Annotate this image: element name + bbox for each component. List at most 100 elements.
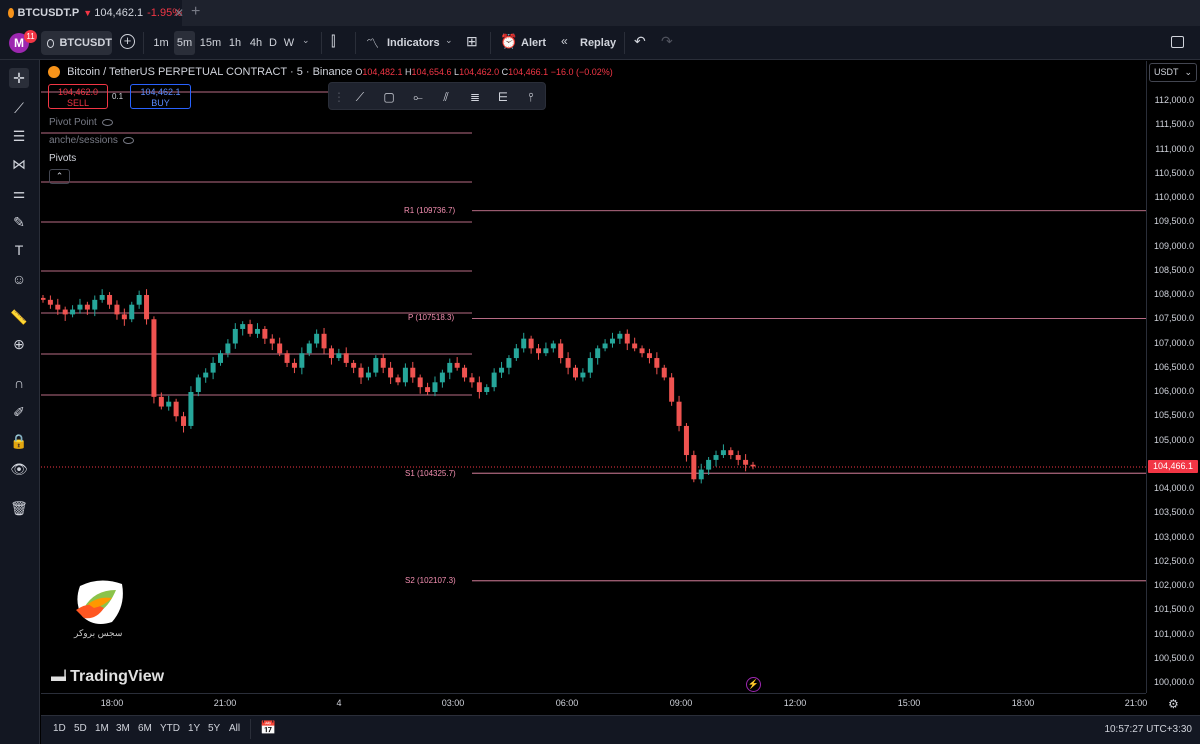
trend-line-icon[interactable]: ⟋ (9, 98, 29, 118)
candle-body (587, 358, 593, 373)
candle-body (425, 387, 431, 392)
rectangle-icon[interactable]: ▢ (380, 88, 398, 106)
interval-5m[interactable]: 5m (174, 31, 195, 55)
indicator-pivot-point[interactable]: Pivot Point (49, 117, 113, 128)
layout-icon[interactable] (1171, 36, 1184, 48)
chevron-down-icon[interactable]: ⌄ (445, 35, 453, 46)
interval-15m[interactable]: 15m (198, 31, 223, 55)
emoji-icon[interactable]: ☺ (9, 269, 29, 289)
indicator-sessions[interactable]: anche/sessions (49, 135, 134, 146)
alarm-clock-icon[interactable]: ⏰ (500, 33, 517, 50)
range-3m[interactable]: 3M (116, 723, 130, 734)
currency-select[interactable]: USDT ⌄ (1149, 63, 1197, 82)
chevron-down-icon[interactable]: ⌄ (302, 35, 310, 46)
fib-retracement-icon[interactable]: ≣ (466, 88, 484, 106)
trash-icon[interactable]: 🗑 (9, 498, 29, 518)
redo-icon[interactable]: ↷ (661, 33, 673, 50)
candle-body (698, 469, 704, 480)
candle-body (402, 367, 408, 383)
candle-body (114, 304, 120, 315)
lock-drawing-icon[interactable]: ✐ (9, 402, 29, 422)
rewind-icon[interactable]: « (561, 34, 568, 48)
broker-logo (76, 580, 123, 624)
interval-1h[interactable]: 1h (226, 31, 244, 55)
gear-icon[interactable]: ⚙ (1168, 697, 1179, 711)
alert-button[interactable]: Alert (521, 37, 546, 49)
eye-off-icon[interactable] (101, 118, 113, 126)
quantity[interactable]: 0.1 (112, 92, 123, 101)
trend-line-icon[interactable]: ⟋ (351, 88, 369, 106)
interval-1m[interactable]: 1m (151, 31, 171, 55)
horizontal-lines-icon[interactable]: ☰ (9, 126, 29, 146)
fib-fan-icon[interactable]: ⋿ (494, 88, 512, 106)
zoom-in-icon[interactable]: ⊕ (9, 334, 29, 354)
candle-body (321, 333, 327, 349)
candle-body (417, 377, 423, 388)
lock-icon[interactable]: 🔒 (9, 431, 29, 451)
tradingview-mark-icon: ▬ˡ (51, 668, 66, 685)
crosshair-icon[interactable]: ✛ (9, 68, 29, 88)
eye-icon[interactable]: 👁 (9, 459, 29, 479)
sell-button[interactable]: 104,462.0 SELL (48, 84, 108, 109)
symbol-search-button[interactable]: BTCUSDT (41, 31, 112, 55)
undo-icon[interactable]: ↶ (634, 33, 646, 50)
lightning-icon[interactable]: ⚡ (746, 677, 761, 692)
candle-body (683, 425, 689, 456)
candle-body (476, 382, 482, 392)
candle-body (351, 362, 357, 368)
tab-symbol: BTCUSDT.P (17, 7, 80, 19)
broker-logo-caption: سجس بروکر (74, 628, 123, 638)
candle-body (70, 309, 76, 315)
clock[interactable]: 10:57:27 UTC+3:30 (1104, 724, 1192, 735)
calendar-icon[interactable]: 📅 (260, 720, 276, 736)
buy-button[interactable]: 104,462.1 BUY (130, 84, 191, 109)
long-position-icon[interactable]: ⫯ (522, 88, 540, 106)
range-1d[interactable]: 1D (53, 723, 66, 734)
down-arrow-icon: ▼ (83, 8, 93, 18)
indicators-icon[interactable]: 〽 (366, 33, 379, 52)
range-1m[interactable]: 1M (95, 723, 109, 734)
templates-grid-icon[interactable]: ⊞ (466, 33, 478, 50)
new-tab-plus-icon[interactable]: + (191, 3, 200, 21)
range-1y[interactable]: 1Y (188, 723, 200, 734)
drag-handle-icon[interactable]: ⋮ (333, 88, 345, 106)
candle-body (691, 455, 697, 480)
ray-icon[interactable]: ⟜ (409, 88, 427, 106)
indicator-pivots[interactable]: Pivots (49, 153, 76, 164)
price-chart[interactable] (41, 61, 1146, 693)
brush-icon[interactable]: ✎ (9, 212, 29, 232)
range-all[interactable]: All (229, 723, 240, 734)
ruler-icon[interactable]: 📏 (9, 307, 29, 327)
price-tick: 101,000.0 (1153, 628, 1194, 639)
fib-icon[interactable]: ⚌ (9, 183, 29, 203)
range-6m[interactable]: 6M (138, 723, 152, 734)
pattern-icon[interactable]: ⋈ (9, 154, 29, 174)
eye-off-icon[interactable] (122, 136, 134, 144)
tab-price: 104,462.1 (94, 7, 144, 19)
interval-w[interactable]: W (282, 31, 296, 55)
interval-d[interactable]: D (266, 31, 280, 55)
chevron-up-icon[interactable]: ⌃ (49, 169, 70, 184)
candles-icon[interactable]: ⫿ (331, 33, 335, 50)
candle-body (77, 304, 83, 310)
price-tick: 105,500.0 (1153, 410, 1194, 421)
replay-button[interactable]: Replay (580, 37, 616, 49)
chart-tab[interactable]: BTCUSDT.P ▼ 104,462.1 -1.95% (0, 0, 182, 26)
parallel-channel-icon[interactable]: ⫽ (437, 88, 455, 106)
indicators-button[interactable]: Indicators (387, 37, 440, 49)
magnet-icon[interactable]: ∩ (9, 373, 29, 393)
range-5d[interactable]: 5D (74, 723, 87, 734)
candle-body (365, 372, 371, 378)
candle-body (602, 343, 608, 349)
text-icon[interactable]: T (9, 240, 29, 260)
price-axis[interactable] (1146, 61, 1200, 693)
close-icon[interactable]: ✕ (174, 6, 184, 20)
interval-4h[interactable]: 4h (247, 31, 265, 55)
range-ytd[interactable]: YTD (160, 723, 180, 734)
compare-plus-icon[interactable]: + (120, 34, 135, 49)
candle-body (543, 348, 549, 354)
chart-title[interactable]: Bitcoin / TetherUS PERPETUAL CONTRACT · … (67, 66, 352, 78)
price-tick: 100,500.0 (1153, 652, 1194, 663)
time-axis[interactable] (41, 693, 1146, 715)
range-5y[interactable]: 5Y (208, 723, 220, 734)
